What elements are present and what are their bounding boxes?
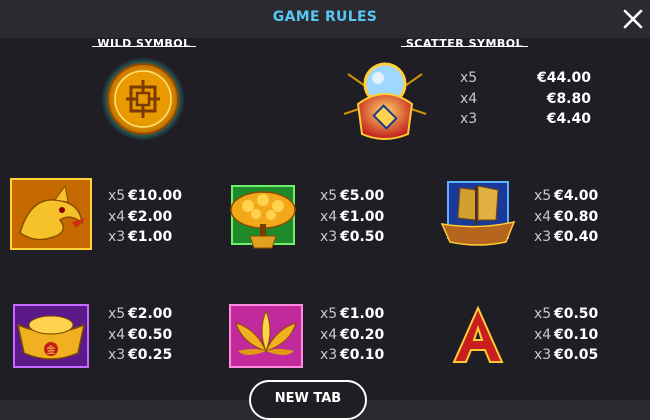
money-tree-paytable: x5 €5.00 x4 €1.00 x3 €0.50 (320, 186, 384, 248)
scatter-treasure-icon (343, 62, 427, 140)
lotus-icon (229, 304, 303, 368)
pay-row: x4 €2.00 (108, 208, 173, 225)
pay-row: x5 €5.00 (320, 188, 385, 204)
pay-row: x5 €0.50 (534, 306, 599, 322)
header-bar: GAME RULES (0, 0, 650, 38)
new-tab-button[interactable]: NEW TAB (249, 380, 367, 420)
junk-ship-paytable: x5 €4.00 x4 €0.80 x3 €0.40 (534, 186, 598, 248)
scatter-pay-row: x4 €8.80 (460, 90, 591, 107)
pay-row: x4 €0.10 (534, 326, 599, 343)
letter-a-paytable: x5 €0.50 x4 €0.10 x3 €0.05 (534, 304, 598, 366)
scatter-paytable: x5 €44.00 x4 €8.80 x3 €4.40 (460, 68, 591, 130)
pay-row: x4 €1.00 (320, 208, 385, 225)
dragon-icon (10, 178, 92, 250)
letter-a-icon (452, 305, 504, 363)
pay-row: x3 €0.25 (108, 347, 173, 363)
junk-ship-icon (440, 181, 516, 246)
scatter-pay-row: x5 €44.00 (460, 70, 591, 86)
dragon-paytable: x5 €10.00 x4 €2.00 x3 €1.00 (108, 186, 182, 248)
wild-coin-icon (101, 57, 185, 141)
pay-row: x4 €0.50 (108, 326, 173, 343)
money-tree-icon (230, 185, 296, 249)
pay-row: x3 €0.40 (534, 229, 599, 245)
wild-symbol-label: WILD SYMBOL (92, 38, 196, 47)
scatter-pay-row: x3 €4.40 (460, 111, 591, 127)
scatter-symbol-label: SCATTER SYMBOL (401, 38, 528, 47)
pay-row: x5 €10.00 (108, 188, 183, 204)
pay-row: x5 €2.00 (108, 306, 173, 322)
pay-row: x4 €0.80 (534, 208, 599, 225)
close-icon[interactable] (620, 6, 646, 32)
gold-ingot-paytable: x5 €2.00 x4 €0.50 x3 €0.25 (108, 304, 172, 366)
page-title: GAME RULES (272, 9, 378, 25)
pay-row: x5 €1.00 (320, 306, 385, 322)
gold-ingot-icon: 金 (13, 304, 89, 368)
pay-row: x3 €0.05 (534, 347, 599, 363)
pay-row: x5 €4.00 (534, 188, 599, 204)
svg-text:金: 金 (46, 344, 55, 356)
pay-row: x4 €0.20 (320, 326, 385, 343)
lotus-paytable: x5 €1.00 x4 €0.20 x3 €0.10 (320, 304, 384, 366)
pay-row: x3 €1.00 (108, 229, 173, 245)
pay-row: x3 €0.10 (320, 347, 385, 363)
pay-row: x3 €0.50 (320, 229, 385, 245)
